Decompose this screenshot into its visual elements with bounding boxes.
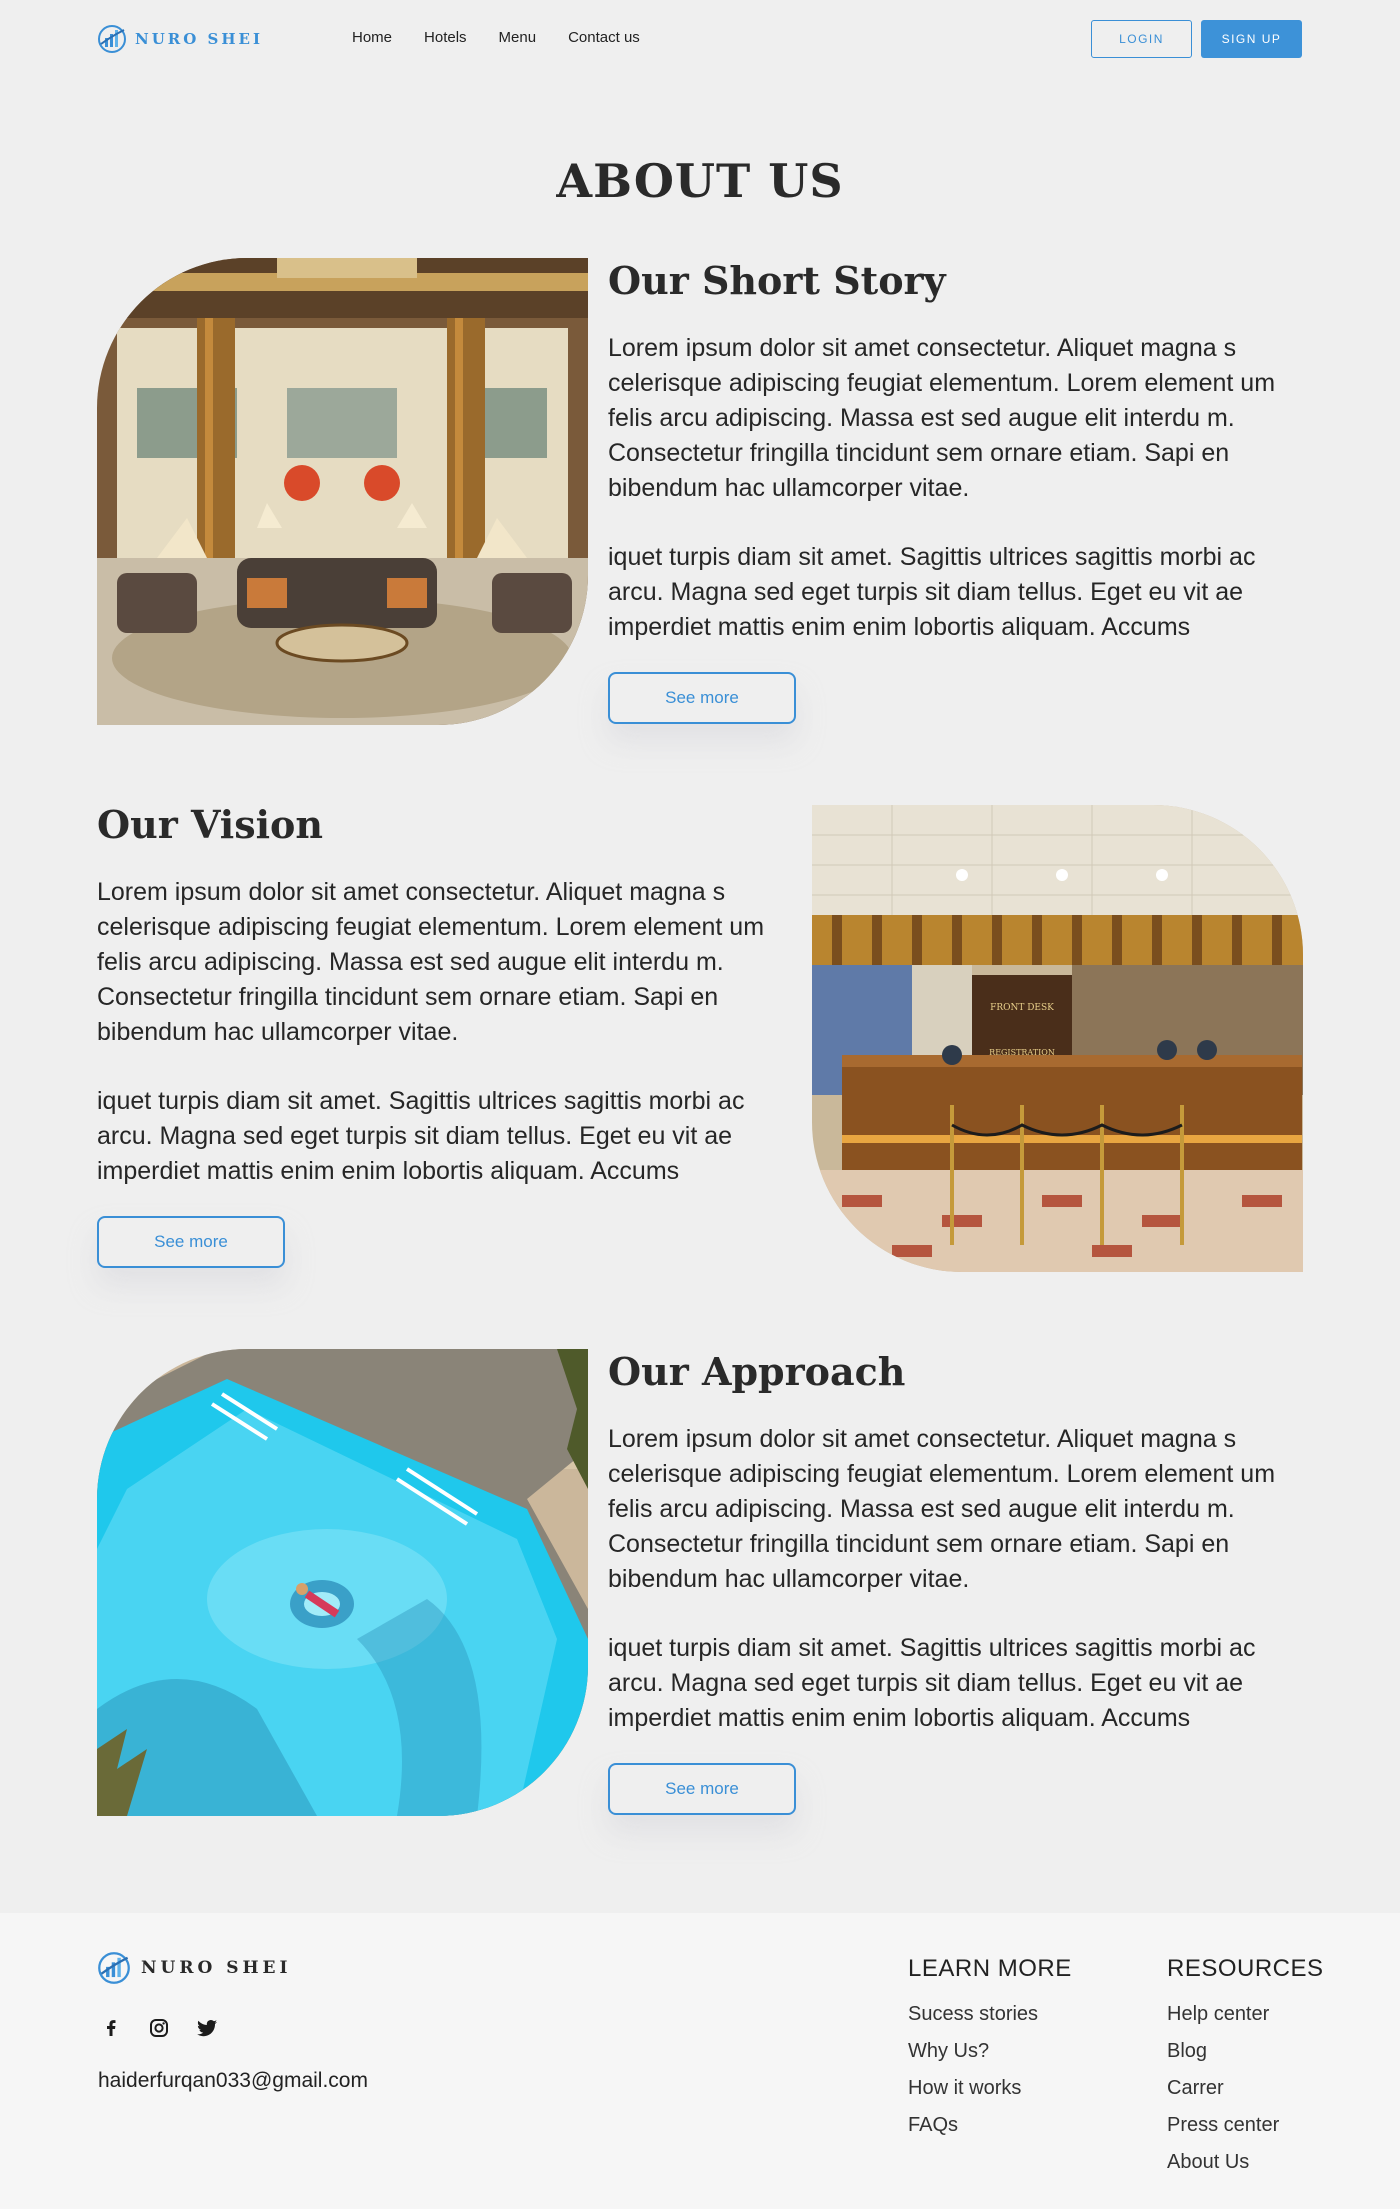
resources-title: RESOURCES: [1167, 1955, 1324, 1982]
front-desk-sign: FRONT DESK: [990, 1003, 1054, 1013]
social-links: [100, 2017, 218, 2039]
top-navbar: NURO SHEI Home Hotels Menu Contact us LO…: [0, 0, 1400, 78]
footer-brand-logo[interactable]: NURO SHEI: [97, 1951, 291, 1985]
footer: NURO SHEI haiderfurqan033@gmail.com LEAR…: [0, 1913, 1400, 2209]
learn-more-title: LEARN MORE: [908, 1955, 1072, 1982]
contact-email[interactable]: haiderfurqan033@gmail.com: [98, 2069, 368, 2093]
approach-paragraph-1: Lorem ipsum dolor sit amet consectetur. …: [608, 1425, 1276, 1593]
footer-link-press-center[interactable]: Press center: [1167, 2114, 1324, 2139]
section-heading-approach: Our Approach: [608, 1349, 906, 1394]
vision-paragraph-2: iquet turpis diam sit amet. Sagittis ult…: [97, 1087, 745, 1185]
facebook-icon[interactable]: [100, 2017, 122, 2039]
signup-button[interactable]: SIGN UP: [1201, 20, 1302, 58]
nav-link-menu[interactable]: Menu: [499, 29, 537, 46]
hotel-lobby-image: [97, 258, 588, 725]
section-heading-short-story: Our Short Story: [608, 258, 946, 303]
nav-links: Home Hotels Menu Contact us: [352, 29, 640, 46]
nav-link-home[interactable]: Home: [352, 29, 392, 46]
footer-link-help-center[interactable]: Help center: [1167, 2003, 1324, 2028]
footer-link-blog[interactable]: Blog: [1167, 2040, 1324, 2065]
footer-link-career[interactable]: Carrer: [1167, 2077, 1324, 2102]
vision-paragraph-1: Lorem ipsum dolor sit amet consectetur. …: [97, 878, 765, 1046]
short-story-see-more-button[interactable]: See more: [608, 672, 796, 724]
short-story-paragraph-1: Lorem ipsum dolor sit amet consectetur. …: [608, 334, 1276, 502]
brand-name: NURO SHEI: [135, 30, 264, 48]
approach-see-more-button[interactable]: See more: [608, 1763, 796, 1815]
short-story-paragraph-2: iquet turpis diam sit amet. Sagittis ult…: [608, 543, 1256, 641]
instagram-icon[interactable]: [148, 2017, 170, 2039]
logo-icon: [98, 25, 126, 53]
learn-more-column: LEARN MORE Sucess stories Why Us? How it…: [908, 1955, 1072, 2151]
footer-link-faqs[interactable]: FAQs: [908, 2114, 1072, 2139]
nav-link-contact[interactable]: Contact us: [568, 29, 640, 46]
footer-link-about-us[interactable]: About Us: [1167, 2151, 1324, 2176]
resources-column: RESOURCES Help center Blog Carrer Press …: [1167, 1955, 1324, 2188]
approach-paragraph-2: iquet turpis diam sit amet. Sagittis ult…: [608, 1634, 1256, 1732]
twitter-icon[interactable]: [196, 2017, 218, 2039]
footer-link-success-stories[interactable]: Sucess stories: [908, 2003, 1072, 2028]
logo-icon: [98, 1952, 130, 1984]
footer-link-why-us[interactable]: Why Us?: [908, 2040, 1072, 2065]
footer-link-how-it-works[interactable]: How it works: [908, 2077, 1072, 2102]
section-heading-vision: Our Vision: [97, 802, 324, 847]
login-button[interactable]: LOGIN: [1091, 20, 1192, 58]
front-desk-image: FRONT DESK REGISTRATION: [812, 805, 1303, 1272]
footer-brand-name: NURO SHEI: [141, 1958, 292, 1978]
page-title: ABOUT US: [556, 154, 844, 208]
swimming-pool-image: [97, 1349, 588, 1816]
vision-see-more-button[interactable]: See more: [97, 1216, 285, 1268]
brand-logo[interactable]: NURO SHEI: [97, 24, 263, 54]
nav-link-hotels[interactable]: Hotels: [424, 29, 467, 46]
